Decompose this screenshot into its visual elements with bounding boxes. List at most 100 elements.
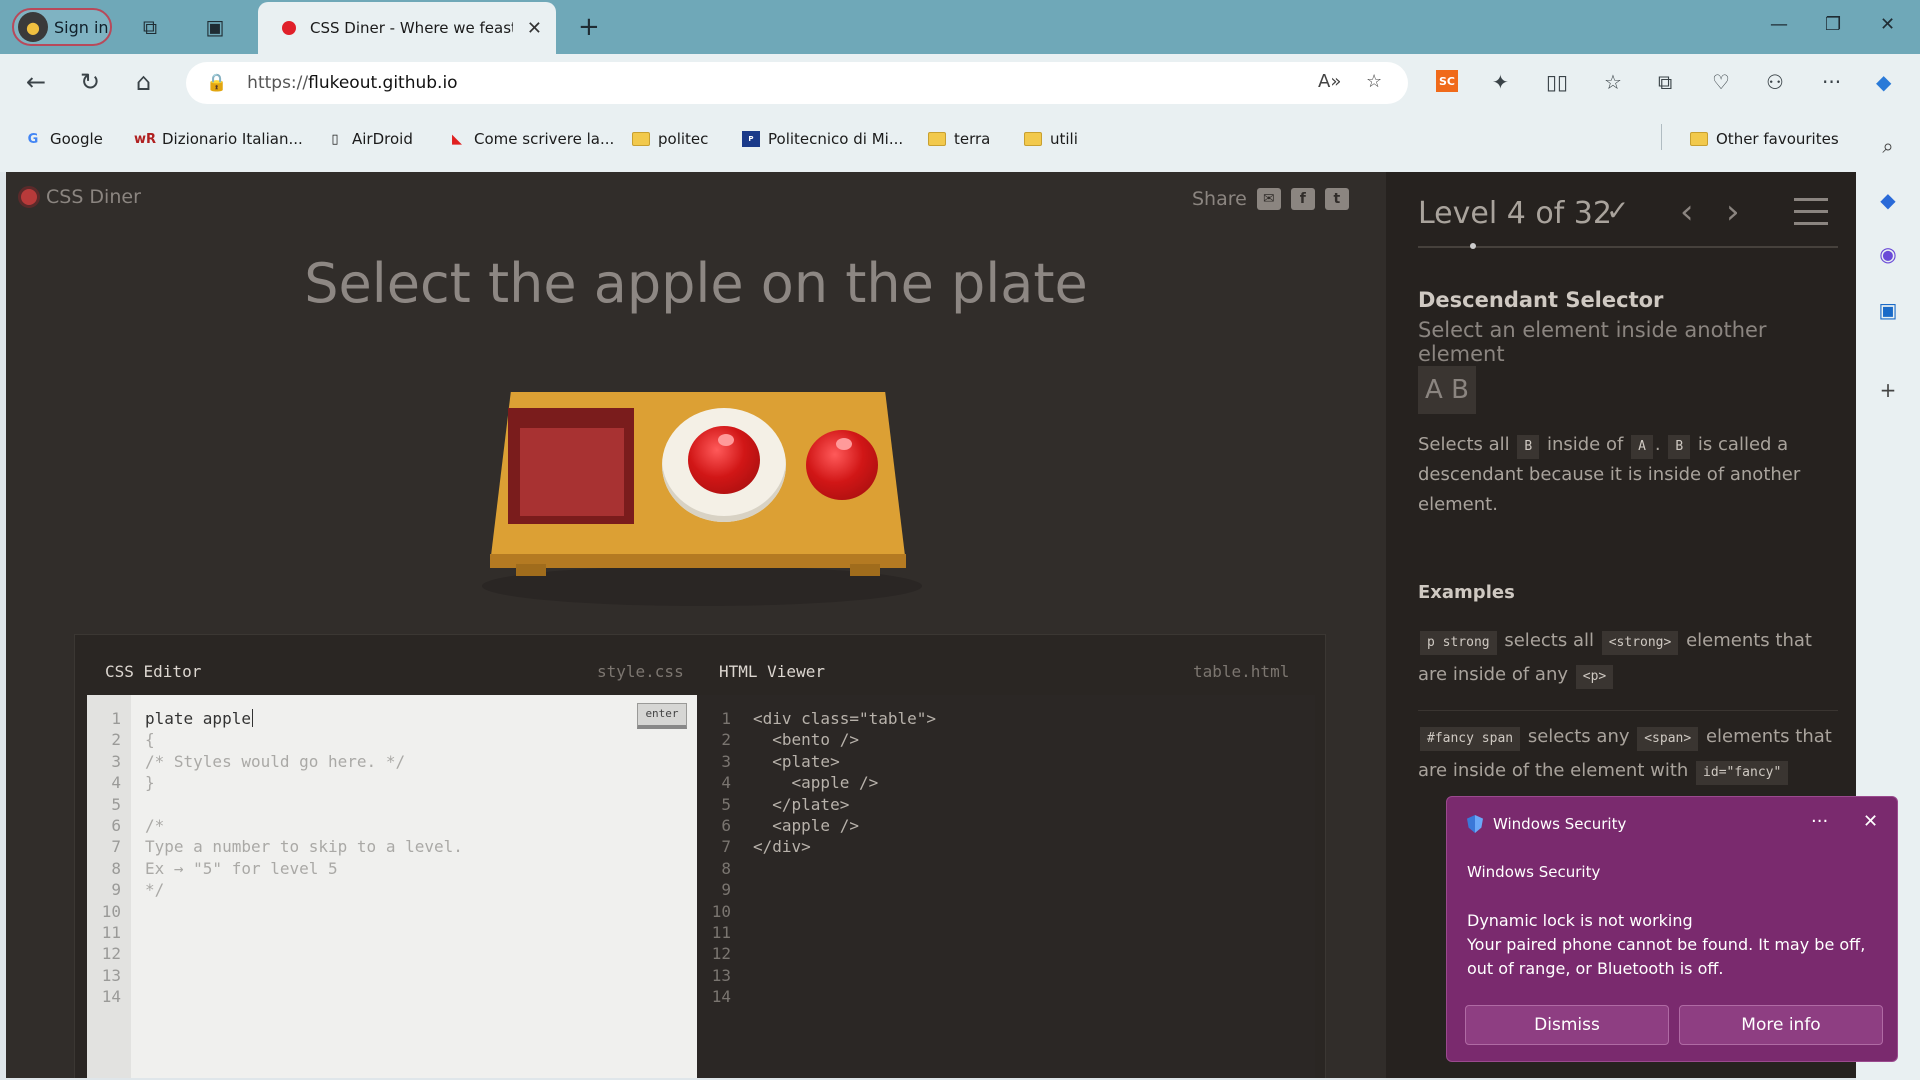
code-tag: <span> [1637, 727, 1699, 751]
apple-on-table [806, 430, 878, 500]
close-window-icon[interactable]: ✕ [1880, 14, 1895, 35]
code-line: Type a number to skip to a level. [145, 837, 463, 857]
toast-body: Your paired phone cannot be found. It ma… [1467, 935, 1866, 978]
css-diner-logo[interactable]: CSS Diner [18, 186, 141, 208]
folder-icon [928, 132, 946, 146]
next-level-icon[interactable]: › [1726, 192, 1740, 232]
outlook-icon[interactable]: ▣ [1876, 298, 1900, 322]
apple-on-plate [688, 426, 760, 494]
restore-icon[interactable]: ❐ [1825, 14, 1841, 35]
extensions-icon[interactable]: ✦ [1492, 70, 1509, 94]
line-number: 2 [111, 730, 121, 750]
folder-icon [1690, 132, 1708, 146]
level-indicator[interactable]: Level 4 of 32 [1418, 196, 1612, 231]
line-number: 3 [721, 751, 731, 771]
toast-header: Windows Security [1467, 815, 1626, 833]
refresh-icon[interactable]: ↻ [80, 68, 100, 96]
sign-in-button[interactable]: ● Sign in [12, 8, 112, 46]
bookmark-dizionario[interactable]: wR Dizionario Italian... [134, 130, 303, 148]
bookmarks-divider [1661, 124, 1662, 150]
code-line: { [145, 730, 155, 750]
active-tab[interactable]: CSS Diner - Where we feast ✕ [258, 2, 556, 54]
selector-name: Descendant Selector [1418, 288, 1664, 312]
toast-app-name: Windows Security [1467, 863, 1601, 881]
copilot-share-icon[interactable]: ⚇ [1766, 70, 1784, 94]
css-editor[interactable]: 1 2 3 4 5 6 7 8 9 10 11 12 13 14{/* Styles would go h… [87, 695, 697, 1078]
html-viewer-title: HTML Viewer [719, 661, 825, 681]
extension-sc-icon[interactable]: SC [1436, 70, 1458, 92]
more-menu-icon[interactable]: ··· [1822, 70, 1841, 94]
polimi-icon: P [742, 131, 760, 147]
toast-close-icon[interactable]: ✕ [1863, 811, 1878, 832]
minimize-icon[interactable]: — [1770, 14, 1788, 35]
favorite-star-icon[interactable]: ☆ [1366, 71, 1382, 92]
line-number: 6 [721, 816, 731, 835]
code-line: <div class="table"> [753, 709, 937, 728]
css-selector-input[interactable]: plate apple [145, 709, 253, 728]
code-line: <bento /> [753, 730, 859, 750]
line-number: 13 [711, 965, 731, 985]
toast-menu-icon[interactable]: ··· [1811, 811, 1828, 832]
line-number: 5 [111, 794, 121, 814]
line-number: 4 [721, 773, 731, 793]
add-sidebar-icon[interactable]: + [1876, 378, 1900, 402]
twitter-icon[interactable]: t [1324, 188, 1349, 210]
address-bar[interactable]: 🔒 https:// flukeout.github.io A» ☆ [186, 62, 1408, 104]
dismiss-button[interactable]: Dismiss [1465, 1005, 1669, 1045]
line-number: 8 [721, 858, 731, 878]
more-info-button[interactable]: More info [1679, 1005, 1883, 1045]
line-number: 6 [111, 816, 121, 835]
workspaces-icon[interactable]: ⧉ [136, 13, 164, 41]
line-number: 13 [101, 965, 121, 985]
line-number: 14 [711, 987, 731, 1007]
collections-icon[interactable]: ⧉ [1658, 70, 1672, 94]
game-area: CSS Diner Share ✉ f t Select the apple o… [6, 172, 1386, 1078]
line-number: 7 [111, 837, 121, 857]
code-tag: #fancy span [1420, 727, 1521, 751]
search-icon[interactable]: ⌕ [1876, 134, 1900, 158]
code-tag: id="fancy" [1696, 761, 1789, 785]
copilot-sidebar-icon[interactable]: ◉ [1876, 242, 1900, 266]
code-line: <apple /> [753, 816, 859, 835]
line-number: 4 [111, 773, 121, 793]
back-icon[interactable]: ← [26, 68, 46, 96]
browser-essentials-icon[interactable]: ♡ [1712, 70, 1730, 94]
close-tab-icon[interactable]: ✕ [527, 18, 542, 39]
bento-inner [520, 428, 624, 516]
copilot-icon[interactable]: ◆ [1876, 70, 1891, 94]
favorites-icon[interactable]: ☆ [1604, 70, 1622, 94]
document-icon: ▯ [331, 131, 339, 147]
tab-title: CSS Diner - Where we feast [310, 19, 513, 37]
enter-button[interactable]: enter [637, 703, 687, 729]
bookmark-folder-terra[interactable]: terra [928, 130, 990, 148]
previous-level-icon[interactable]: ‹ [1680, 192, 1694, 232]
code-line: <plate> [753, 751, 840, 771]
bookmark-politecnico[interactable]: P Politecnico di Mi... [742, 130, 903, 148]
shopping-icon[interactable]: ◆ [1876, 188, 1900, 212]
bookmark-folder-politec[interactable]: politec [632, 130, 708, 148]
vertical-tabs-icon[interactable]: ▣ [201, 13, 229, 41]
code-line: </plate> [753, 794, 850, 814]
new-tab-icon[interactable]: + [578, 12, 600, 42]
bookmark-folder-utili[interactable]: utili [1024, 130, 1078, 148]
line-number: 2 [721, 730, 731, 750]
email-icon[interactable]: ✉ [1256, 188, 1281, 210]
read-aloud-icon[interactable]: A» [1318, 71, 1341, 92]
home-icon[interactable]: ⌂ [136, 68, 151, 96]
html-viewer-file: table.html [1193, 661, 1290, 681]
facebook-icon[interactable]: f [1290, 188, 1315, 210]
bookmark-google[interactable]: G Google [24, 130, 103, 148]
bookmark-label: utili [1050, 130, 1078, 148]
url-host: flukeout.github.io [308, 73, 458, 93]
share-label: Share [1192, 188, 1247, 210]
bookmark-airdroid[interactable]: ▯ AirDroid [326, 130, 412, 148]
code-tag: <strong> [1601, 631, 1679, 655]
example-divider [1418, 710, 1838, 711]
logo-icon [18, 186, 40, 208]
folder-icon [632, 132, 650, 146]
bookmark-label: Politecnico di Mi... [768, 130, 904, 148]
bookmark-other-favourites[interactable]: Other favourites [1690, 130, 1839, 148]
bookmark-come-scrivere[interactable]: ◣ Come scrivere la... [448, 130, 614, 148]
k-site-icon: ◣ [452, 131, 462, 147]
split-screen-icon[interactable]: ▯▯ [1546, 70, 1568, 94]
